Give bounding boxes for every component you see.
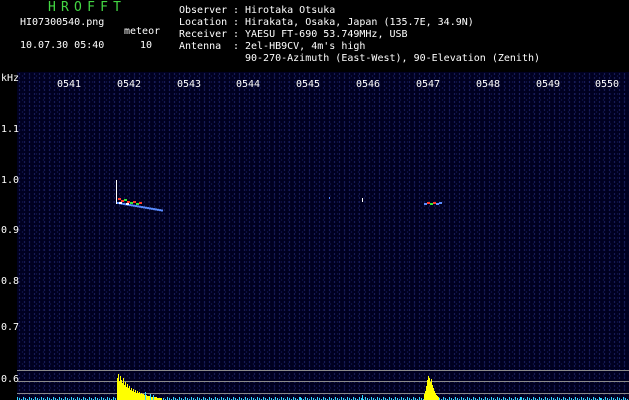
power-bar: [425, 391, 426, 400]
power-bar: [121, 380, 122, 400]
meteor-echo-core: [427, 202, 430, 204]
power-bar: [136, 393, 137, 400]
meteor-echo-trail: [139, 205, 141, 208]
power-bar: [124, 385, 125, 400]
power-bar: [142, 394, 143, 400]
power-bar: [127, 384, 128, 400]
meteor-echo-core: [126, 203, 129, 205]
noise-bar: [145, 392, 146, 400]
meteor-echo-trail: [129, 204, 131, 207]
meteor-echo-trail: [133, 204, 135, 207]
meteor-echo-core: [118, 198, 121, 200]
power-bar: [143, 394, 144, 400]
meteor-echo-trail: [131, 204, 133, 207]
power-bar: [135, 390, 136, 400]
meteor-echo-trail: [143, 206, 145, 209]
power-bar: [134, 392, 135, 400]
power-bar: [429, 378, 430, 400]
power-bar: [432, 385, 433, 400]
meteor-echo-core: [424, 203, 427, 205]
noise-bar: [153, 395, 154, 400]
signal-overlay: [17, 180, 628, 400]
meteor-echo-trail: [159, 209, 161, 212]
meteor-echo-head: [116, 180, 117, 204]
power-bar-layer: [17, 374, 628, 400]
power-bar: [139, 392, 140, 400]
power-bar: [137, 391, 138, 400]
power-bar: [144, 395, 145, 400]
meteor-echo-trail: [117, 202, 119, 204]
power-bar: [138, 393, 139, 400]
meteor-echo-trail: [141, 206, 143, 209]
meteor-echo-trail: [147, 207, 149, 210]
power-bar: [424, 394, 425, 400]
meteor-echo-trail: [157, 208, 159, 211]
power-bar: [140, 394, 141, 400]
power-bar: [433, 388, 434, 400]
power-bar: [149, 396, 150, 400]
meteor-echo-core: [119, 202, 122, 204]
meteor-echo-trail: [145, 206, 147, 209]
meteor-echo-core: [436, 203, 439, 205]
meteor-echo-core: [430, 203, 433, 205]
power-bar: [122, 383, 123, 400]
meteor-echo-core: [121, 200, 124, 202]
noise-bar: [150, 394, 151, 400]
power-bar: [434, 391, 435, 400]
power-bar: [130, 390, 131, 400]
power-bar: [128, 388, 129, 400]
power-bar: [125, 382, 126, 400]
meteor-echo-trail: [137, 205, 139, 208]
power-bar: [428, 376, 429, 400]
power-bar: [426, 386, 427, 400]
meteor-echo-core: [433, 202, 436, 204]
meteor-echo-trail: [153, 208, 155, 211]
meteor-echo-trail: [149, 207, 151, 210]
power-bar: [431, 379, 432, 400]
meteor-echo-trail: [151, 207, 153, 210]
meteor-echo-core: [124, 199, 127, 201]
power-bar: [117, 378, 118, 400]
meteor-echo-core: [127, 201, 130, 203]
meteor-echo-trail: [135, 205, 137, 208]
hrofft-spectrogram-screen: HROFFT HI07300540.png 10.07.30 05:40 met…: [0, 0, 629, 400]
meteor-echo-trail: [123, 203, 125, 206]
power-bar: [435, 393, 436, 400]
echo-layer: [116, 180, 442, 212]
faint-ping: [329, 197, 330, 199]
power-bar: [119, 381, 120, 400]
meteor-echo-core: [439, 202, 442, 204]
power-bar: [129, 386, 130, 400]
power-bar: [118, 374, 119, 400]
meteor-echo-core: [130, 202, 133, 204]
noise-bar: [362, 395, 363, 400]
power-bar: [141, 393, 142, 400]
meteor-echo-core: [133, 201, 136, 203]
meteor-echo-core: [136, 203, 139, 205]
meteor-echo-trail: [155, 208, 157, 211]
power-bar: [132, 391, 133, 400]
meteor-echo-trail: [161, 209, 163, 212]
power-bar: [437, 396, 438, 400]
power-bar: [436, 395, 437, 400]
power-bar: [427, 380, 428, 400]
power-bar: [120, 376, 121, 400]
power-bar: [146, 395, 147, 400]
power-bar: [147, 396, 148, 400]
power-bar: [131, 388, 132, 400]
power-bar: [133, 389, 134, 400]
power-bar: [430, 382, 431, 400]
power-bar: [123, 378, 124, 400]
faint-ping: [362, 198, 363, 202]
power-bar: [126, 387, 127, 400]
meteor-echo-core: [139, 202, 142, 204]
power-bar: [148, 396, 149, 400]
